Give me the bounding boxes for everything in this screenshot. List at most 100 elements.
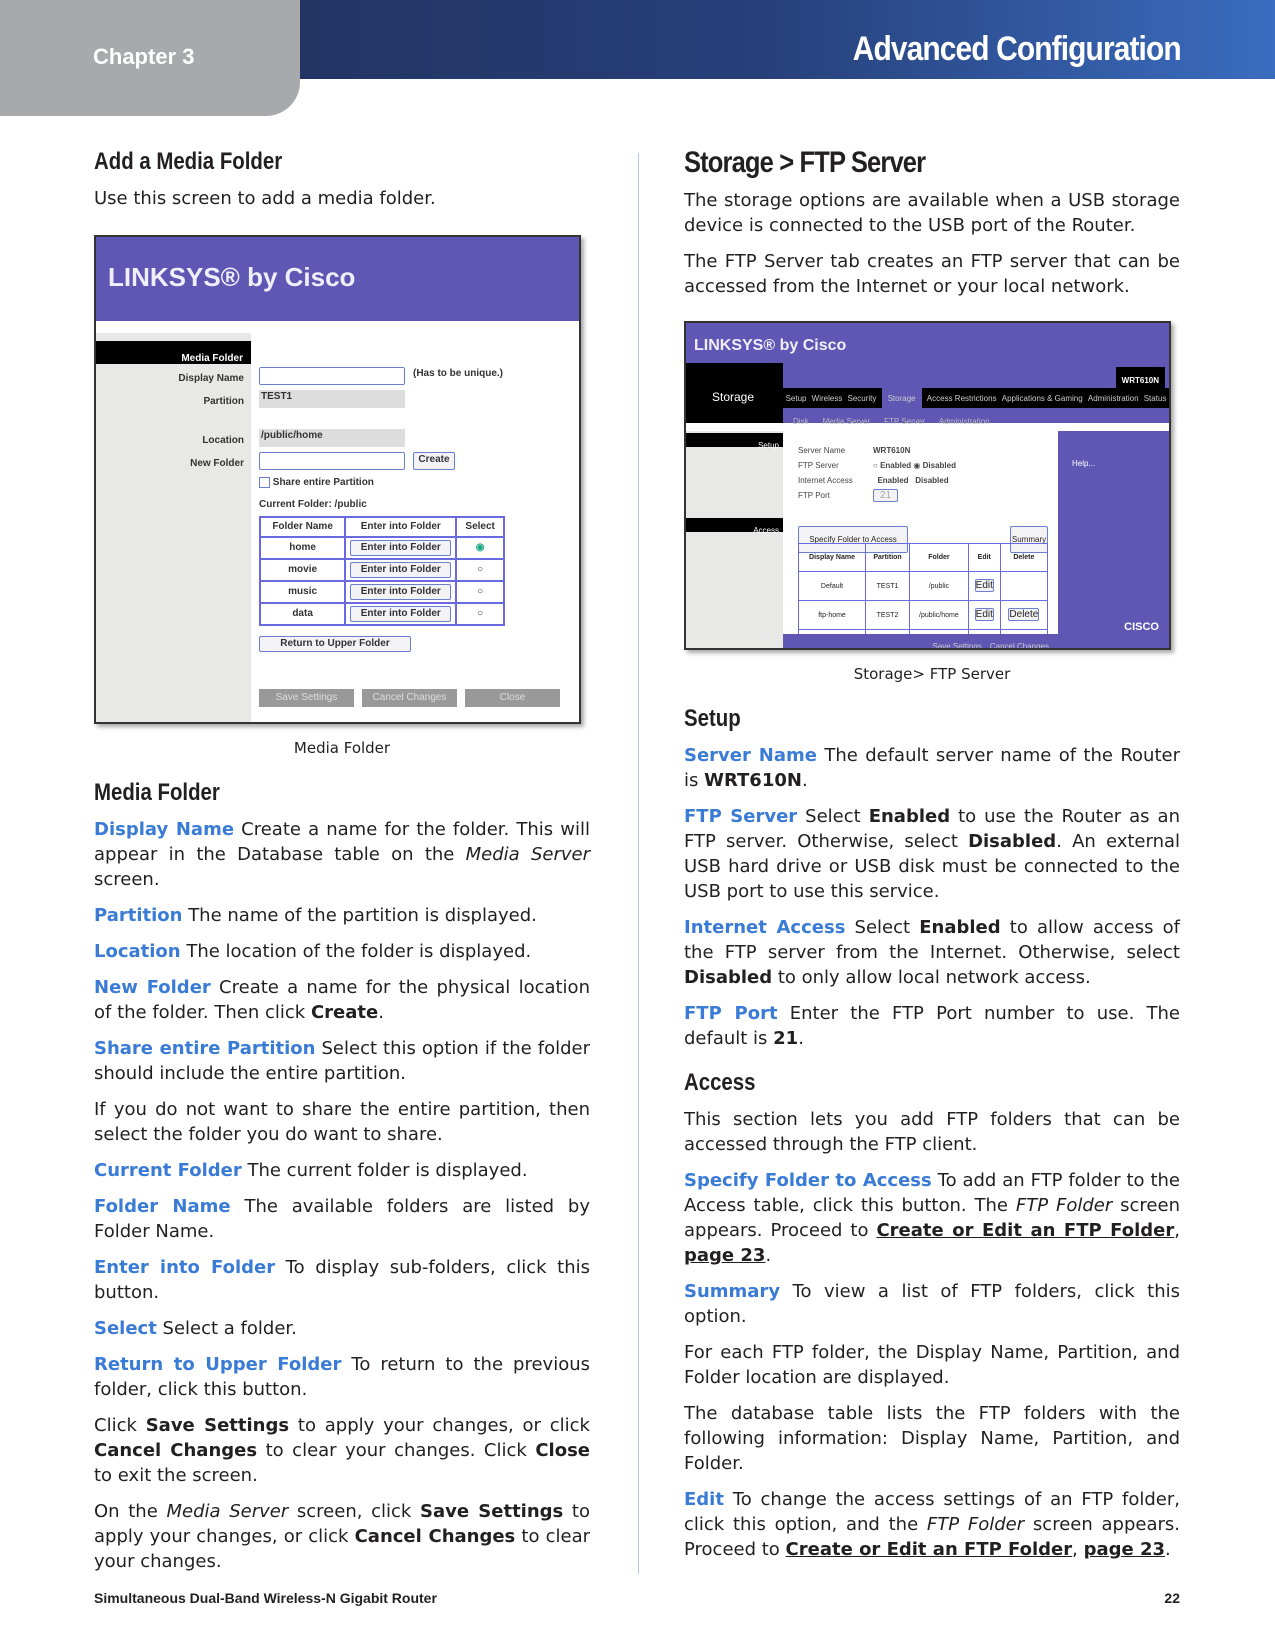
cell: /public xyxy=(908,571,969,601)
bold: Close xyxy=(535,1440,591,1461)
cell: TEST2 xyxy=(865,600,910,630)
definition-item: Folder Name The available folders are li… xyxy=(94,1196,591,1242)
ftp-port-input[interactable]: 21 xyxy=(873,489,899,502)
sub-tab[interactable]: FTP Server xyxy=(884,409,925,434)
column-divider xyxy=(638,153,639,1574)
col-header: Edit xyxy=(967,543,1001,572)
disabled-radio[interactable]: Disabled xyxy=(915,476,948,485)
link[interactable]: page 23 xyxy=(684,1245,765,1266)
bold: Media Server xyxy=(166,1501,289,1522)
footer-product: Simultaneous Dual-Band Wireless-N Gigabi… xyxy=(94,1590,437,1606)
bold: Cancel Changes xyxy=(354,1526,516,1547)
nav-tab[interactable]: Access Restrictions xyxy=(927,386,997,411)
partition-field: TEST1 xyxy=(259,390,405,408)
page-title: Advanced Configuration xyxy=(852,30,1182,68)
nav-tab[interactable]: Setup xyxy=(786,386,807,411)
intro: Use this screen to add a media folder. xyxy=(94,188,436,209)
specify-item: Specify Folder to Access To add an FTP f… xyxy=(684,1170,1180,1266)
page-number: 22 xyxy=(1164,1590,1180,1606)
term: Partition xyxy=(94,905,183,926)
table-row: ftp-home TEST2/public/home Edit Delete xyxy=(797,600,1049,630)
delete-cell xyxy=(999,571,1049,601)
term: Return to Upper Folder xyxy=(94,1354,342,1375)
label: Display Name xyxy=(178,373,244,384)
display-name-input[interactable] xyxy=(259,367,405,385)
sub-tab[interactable]: Media Server xyxy=(823,409,871,434)
nav-tab[interactable]: Security xyxy=(848,386,877,411)
col-header: Partition xyxy=(865,543,910,572)
select-radio[interactable]: ○ xyxy=(455,602,505,626)
sub-tab[interactable]: Administration xyxy=(939,409,990,434)
link[interactable]: Create or Edit an FTP Folder xyxy=(876,1220,1174,1241)
section-heading: Storage > FTP Server xyxy=(684,146,926,179)
save-settings-button[interactable]: Save Settings xyxy=(259,689,354,707)
col-header: Display Name xyxy=(797,543,867,572)
nav-tab[interactable]: Wireless xyxy=(812,386,843,411)
label: New Folder xyxy=(190,458,244,469)
definition-item: New Folder Create a name for the physica… xyxy=(94,977,590,1023)
section-label: Media Folder xyxy=(96,341,251,364)
close-button[interactable]: Close xyxy=(465,689,560,707)
col-header: Folder xyxy=(908,543,969,572)
cancel-changes-button[interactable]: Cancel Changes xyxy=(362,689,457,707)
select-radio[interactable]: ○ xyxy=(455,558,505,582)
setup-label: Setup xyxy=(686,433,783,450)
cancel-changes-button[interactable]: Cancel Changes xyxy=(990,634,1049,648)
enter-folder-button[interactable]: Enter into Folder xyxy=(350,606,452,622)
definition-item: Select Select a folder. xyxy=(94,1318,297,1339)
definition-item: Display Name Create a name for the folde… xyxy=(94,819,590,890)
enabled-radio[interactable]: Enabled xyxy=(877,476,908,485)
create-button[interactable]: Create xyxy=(413,452,455,470)
cell: ftp-home xyxy=(797,600,867,630)
select-radio[interactable]: ○ xyxy=(455,580,505,604)
term: Server Name xyxy=(684,745,817,766)
save-paragraph: Click Save Settings to apply your change… xyxy=(94,1415,591,1486)
field-label: Server Name xyxy=(798,446,846,455)
enter-folder-button[interactable]: Enter into Folder xyxy=(350,584,452,600)
server-name-item: Server Name The default server name of t… xyxy=(684,745,1180,791)
enter-folder-button[interactable]: Enter into Folder xyxy=(350,540,452,556)
location-field: /public/home xyxy=(259,429,405,447)
folder-cell: home xyxy=(258,536,347,560)
save-settings-button[interactable]: Save Settings xyxy=(932,634,981,648)
col-header: Enter into Folder xyxy=(344,516,458,538)
paragraph: The storage options are available when a… xyxy=(684,190,1180,236)
ftp-server-item: FTP Server Select Enabled to use the Rou… xyxy=(684,806,1181,902)
field-label: FTP Port xyxy=(798,491,830,500)
col-header: Delete xyxy=(999,543,1049,572)
select-radio[interactable]: ◉ xyxy=(455,536,505,560)
share-label: Share entire Partition xyxy=(272,477,374,488)
term: Current Folder xyxy=(94,1160,242,1181)
edit-button[interactable]: Edit xyxy=(974,608,994,621)
link[interactable]: page 23 xyxy=(1084,1539,1165,1560)
term: Select xyxy=(94,1318,157,1339)
share-checkbox[interactable] xyxy=(259,476,270,488)
linksys-logo: LINKSYS® by Cisco xyxy=(96,237,579,321)
definition-item: Share entire Partition Select this optio… xyxy=(94,1038,590,1084)
enter-folder-button[interactable]: Enter into Folder xyxy=(350,562,452,578)
sub-tab[interactable]: Disk xyxy=(793,409,809,434)
table-row: Default TEST1/public Edit xyxy=(797,571,1049,601)
return-upper-button[interactable]: Return to Upper Folder xyxy=(259,636,411,652)
enabled-radio[interactable]: Enabled xyxy=(880,461,911,470)
linksys-logo: LINKSYS® by Cisco xyxy=(686,323,1169,363)
edit-button[interactable]: Edit xyxy=(974,579,994,592)
note: (Has to be unique.) xyxy=(413,368,503,379)
definition-item: Return to Upper Folder To return to the … xyxy=(94,1354,590,1400)
help-link[interactable]: Help... xyxy=(1072,451,1155,476)
new-folder-input[interactable] xyxy=(259,452,405,470)
term: Share entire Partition xyxy=(94,1038,316,1059)
delete-button[interactable]: Delete xyxy=(1008,608,1040,621)
nav-tab[interactable]: Applications & Gaming xyxy=(1002,386,1083,411)
definition-item: Enter into Folder To display sub-folders… xyxy=(94,1257,590,1303)
link[interactable]: Create or Edit an FTP Folder xyxy=(786,1539,1073,1560)
nav-tab[interactable]: Status xyxy=(1144,386,1167,411)
nav-tab[interactable]: Administration xyxy=(1088,386,1139,411)
bold: Save Settings xyxy=(420,1501,564,1522)
left-column: Add a Media Folder Use this screen to ad… xyxy=(94,148,590,1585)
disabled-radio[interactable]: Disabled xyxy=(923,461,956,470)
figure-caption: Storage> FTP Server xyxy=(853,665,1011,683)
media-folder-screenshot: LINKSYS® by Cisco Media Folder Display N… xyxy=(94,235,581,724)
folder-cell: movie xyxy=(258,558,347,582)
figure-caption: Media Folder xyxy=(293,739,391,757)
